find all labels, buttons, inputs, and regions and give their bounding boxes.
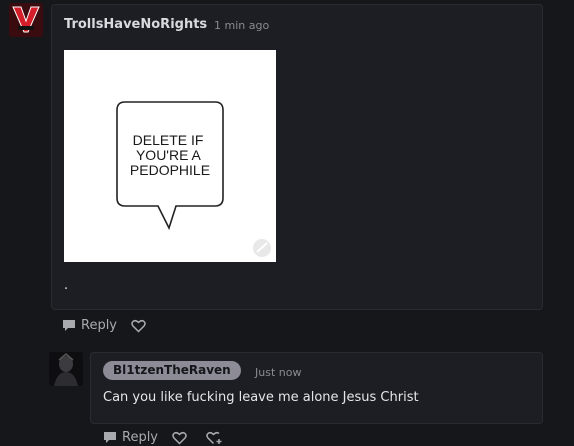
reply-actions: Reply <box>103 430 242 445</box>
reply-card: Bl1tzenTheRaven Just now Can you like fu… <box>90 352 543 424</box>
like-button[interactable] <box>172 431 192 445</box>
reply-timestamp: Just now <box>255 366 302 379</box>
reply-label: Reply <box>122 430 159 445</box>
speech-bubble-icon <box>63 320 75 331</box>
reply-button[interactable]: Reply <box>62 318 117 333</box>
heart-icon <box>131 319 146 333</box>
like-button[interactable] <box>131 319 151 333</box>
comment-body: . <box>64 278 69 293</box>
speech-bubble-icon <box>104 432 116 443</box>
heart-icon <box>172 431 187 445</box>
avatar-v-logo <box>9 3 43 37</box>
reply-button[interactable]: Reply <box>103 430 158 445</box>
attached-image[interactable]: DELETE IF YOU'RE A PEDOPHILE <box>64 50 276 262</box>
comment-actions: Reply <box>62 318 165 333</box>
react-button[interactable] <box>206 431 228 445</box>
comment-card: TrollsHaveNoRights 1 min ago DELETE IF Y… <box>51 4 543 310</box>
heart-plus-icon <box>206 431 222 444</box>
reply-body: Can you like fucking leave me alone Jesu… <box>103 390 419 405</box>
avatar[interactable] <box>9 3 43 37</box>
avatar-dark-figure <box>49 352 83 386</box>
meme-caption: DELETE IF YOU'RE A PEDOPHILE <box>130 132 210 178</box>
avatar[interactable] <box>49 352 83 386</box>
comment-username[interactable]: TrollsHaveNoRights <box>64 17 207 32</box>
reply-label: Reply <box>81 318 118 333</box>
comment-timestamp: 1 min ago <box>214 19 270 32</box>
reply-username-badge[interactable]: Bl1tzenTheRaven <box>103 361 241 380</box>
